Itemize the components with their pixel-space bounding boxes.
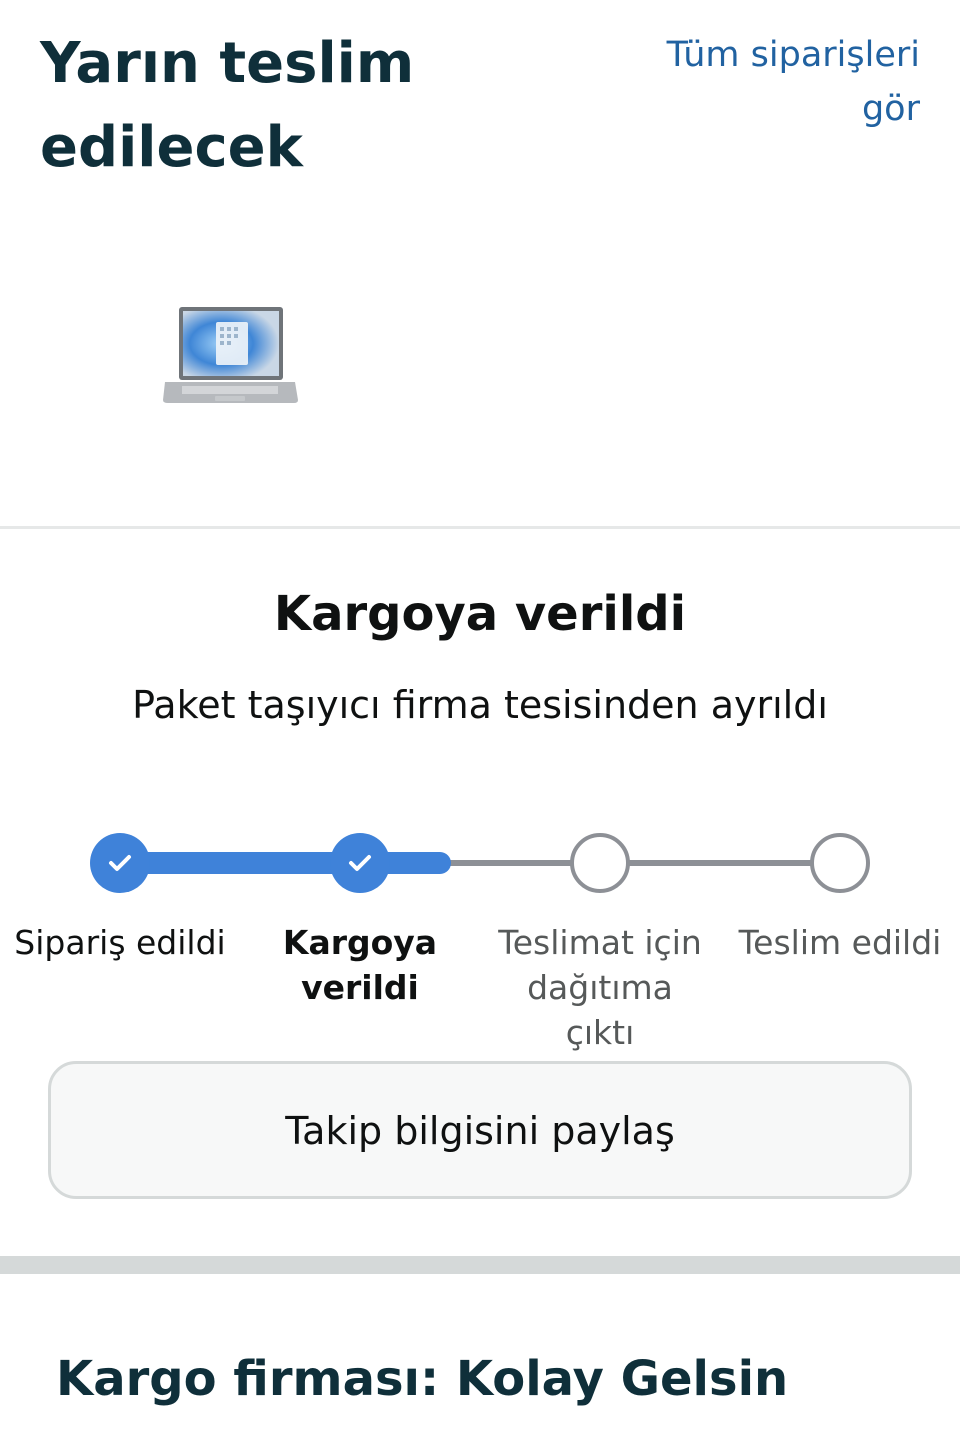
step-out-for-delivery-marker — [570, 833, 630, 893]
step-delivered-label: Teslim edildi — [738, 923, 942, 962]
section-divider — [0, 526, 960, 529]
section-separator — [0, 1256, 960, 1274]
progress-fill — [120, 852, 451, 874]
shipment-status-detail: Paket taşıyıcı firma tesisinden ayrıldı — [132, 683, 828, 727]
check-icon — [349, 855, 371, 871]
product-thumbnail[interactable] — [160, 300, 300, 410]
laptop-icon — [163, 307, 298, 403]
check-icon — [109, 855, 131, 871]
shipment-status-title: Kargoya verildi — [273, 586, 687, 642]
step-ordered-label: Sipariş edildi — [14, 923, 226, 962]
step-shipped-label: Kargoya verildi — [282, 923, 438, 1007]
step-delivered-marker — [810, 833, 870, 893]
delivery-headline: Yarın teslim edilecek — [40, 31, 415, 180]
step-out-for-delivery-label: Teslimat için dağıtıma çıktı — [498, 923, 702, 1052]
step-ordered-marker — [90, 833, 150, 893]
delivery-header: Yarın teslim edilecek Tüm siparişleri gö… — [0, 0, 960, 200]
carrier-name: Kargo firması: Kolay Gelsin — [56, 1351, 789, 1407]
all-orders-link[interactable]: Tüm siparişleri gör — [620, 28, 920, 136]
shipment-progress-tracker: Sipariş edildi Kargoya verildi Teslimat … — [0, 820, 960, 1060]
step-shipped-marker — [330, 833, 390, 893]
share-tracking-button[interactable]: Takip bilgisini paylaş — [48, 1061, 912, 1199]
